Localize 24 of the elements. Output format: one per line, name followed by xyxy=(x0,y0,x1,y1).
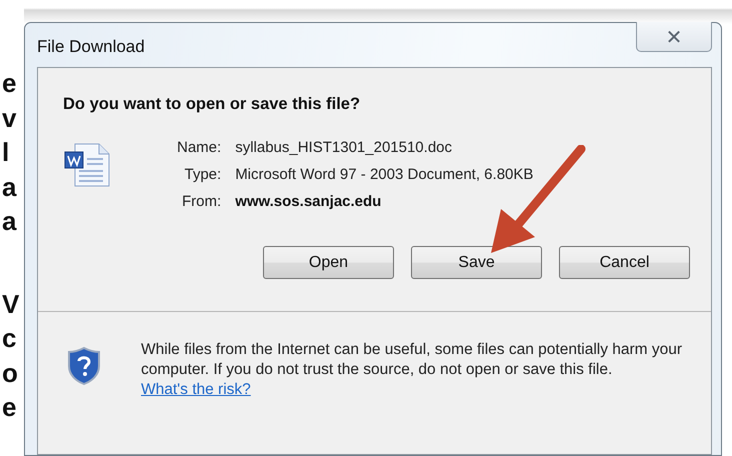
field-label: Name: xyxy=(177,139,222,156)
field-value: syllabus_HIST1301_201510.doc xyxy=(235,139,454,156)
field-label: Type: xyxy=(184,166,222,183)
page-letter: a xyxy=(1,205,18,238)
dialog-button[interactable]: Cancel xyxy=(559,246,690,279)
risk-link[interactable]: What's the risk? xyxy=(141,381,251,398)
page-letter: V xyxy=(1,288,20,320)
field-value: Microsoft Word 97 - 2003 Document, 6.80KB xyxy=(235,166,534,183)
page-letter: e xyxy=(1,67,18,100)
question-text: Do you want to open or save this file? xyxy=(62,94,362,114)
dialog-button[interactable]: Open xyxy=(263,246,394,279)
window-title: File Download xyxy=(37,36,145,57)
page-letter: c xyxy=(1,322,18,355)
shield-question-icon xyxy=(67,346,101,386)
warning-text: While files from the Internet can be useful, some files can potentially harm your computer. If you do not trust the source, do not open or save this file. xyxy=(141,340,684,380)
page-letter: v xyxy=(1,102,18,134)
page-letter: e xyxy=(1,391,18,424)
page-letter: l xyxy=(1,136,10,169)
field-label: From: xyxy=(181,193,222,210)
page-letter: a xyxy=(1,170,18,204)
close-button[interactable]: ✕ xyxy=(636,22,712,52)
page-letter: o xyxy=(1,356,19,390)
dialog-button[interactable]: Save xyxy=(411,246,542,279)
field-value: www.sos.sanjac.edu xyxy=(235,193,382,210)
